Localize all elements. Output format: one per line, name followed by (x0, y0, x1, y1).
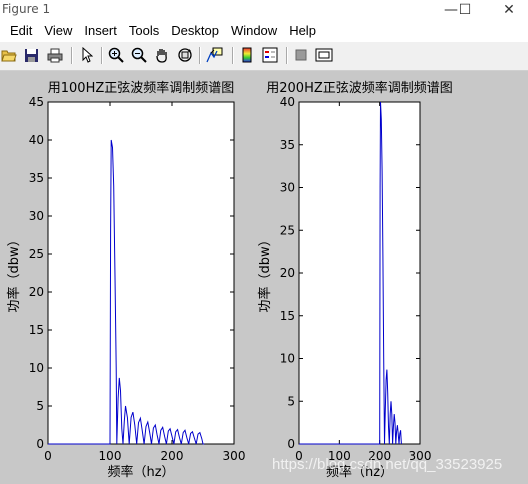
x-tick-label: 100 (99, 449, 122, 463)
y-axis-label: 功率（dbw） (257, 233, 273, 312)
y-tick-label: 5 (287, 394, 295, 408)
y-tick-label: 45 (29, 95, 44, 109)
x-tick-label: 300 (223, 449, 246, 463)
menu-insert[interactable]: Insert (78, 20, 123, 42)
toolbar (0, 42, 528, 71)
y-tick-label: 20 (280, 266, 295, 280)
zoom-in-icon[interactable] (107, 46, 125, 64)
legend-icon[interactable] (261, 46, 279, 64)
y-tick-label: 30 (280, 181, 295, 195)
watermark-text: https://blog.csdn.net/qq_33523925 (272, 456, 503, 473)
toolbar-separator (232, 47, 234, 64)
y-tick-label: 25 (280, 223, 295, 237)
colorbar-icon[interactable] (238, 46, 256, 64)
toolbar-separator (101, 47, 103, 64)
menu-bar: Edit View Insert Tools Desktop Window He… (0, 20, 528, 42)
chart-title: 用100HZ正弦波频率调制频谱图 (48, 80, 235, 96)
y-tick-label: 0 (36, 437, 44, 451)
axes-box (298, 101, 421, 445)
maximize-button[interactable]: ☐ (446, 0, 484, 20)
y-tick-label: 5 (36, 399, 44, 413)
menu-tools[interactable]: Tools (123, 20, 165, 42)
pan-hand-icon[interactable] (153, 46, 171, 64)
zoom-out-icon[interactable] (130, 46, 148, 64)
print-icon[interactable] (46, 46, 64, 64)
toolbar-separator (71, 47, 73, 64)
rotate-3d-icon[interactable] (176, 46, 194, 64)
x-tick-label: 200 (161, 449, 184, 463)
save-icon[interactable] (22, 46, 40, 64)
menu-view[interactable]: View (38, 20, 78, 42)
data-cursor-icon[interactable] (205, 46, 223, 64)
y-tick-label: 10 (280, 352, 295, 366)
y-tick-label: 35 (280, 138, 295, 152)
menu-help[interactable]: Help (283, 20, 322, 42)
hide-plot-tools-icon[interactable] (292, 46, 310, 64)
y-tick-label: 40 (29, 133, 44, 147)
x-axis-label: 频率（hz） (107, 464, 174, 480)
y-tick-label: 0 (287, 437, 295, 451)
y-tick-label: 35 (29, 171, 44, 185)
y-tick-label: 10 (29, 361, 44, 375)
y-tick-label: 40 (280, 95, 295, 109)
x-tick-label: 0 (44, 449, 52, 463)
chart-title: 用200HZ正弦波频率调制频谱图 (266, 80, 453, 96)
close-button[interactable]: ✕ (490, 0, 528, 20)
title-bar: Figure 1 — ☐ ✕ (0, 0, 528, 20)
show-plot-tools-icon[interactable] (315, 46, 333, 64)
window-title: Figure 1 (2, 2, 51, 16)
menu-window[interactable]: Window (225, 20, 283, 42)
y-tick-label: 15 (280, 309, 295, 323)
toolbar-separator (286, 47, 288, 64)
axes-box (47, 101, 235, 445)
y-axis-label: 功率（dbw） (6, 233, 22, 312)
y-tick-label: 15 (29, 323, 44, 337)
figure-svg: 用100HZ正弦波频率调制频谱图0510152025303540450 100 20… (6, 80, 453, 480)
y-tick-label: 25 (29, 247, 44, 261)
menu-desktop[interactable]: Desktop (165, 20, 225, 42)
y-tick-label: 20 (29, 285, 44, 299)
pointer-icon[interactable] (78, 46, 96, 64)
open-folder-icon[interactable] (0, 46, 18, 64)
menu-edit[interactable]: Edit (0, 20, 38, 42)
toolbar-separator (199, 47, 201, 64)
y-tick-label: 30 (29, 209, 44, 223)
figure-canvas: 用100HZ正弦波频率调制频谱图 0 5 10 15 20 25 30 35 40 45 0 100 20… (0, 70, 528, 484)
